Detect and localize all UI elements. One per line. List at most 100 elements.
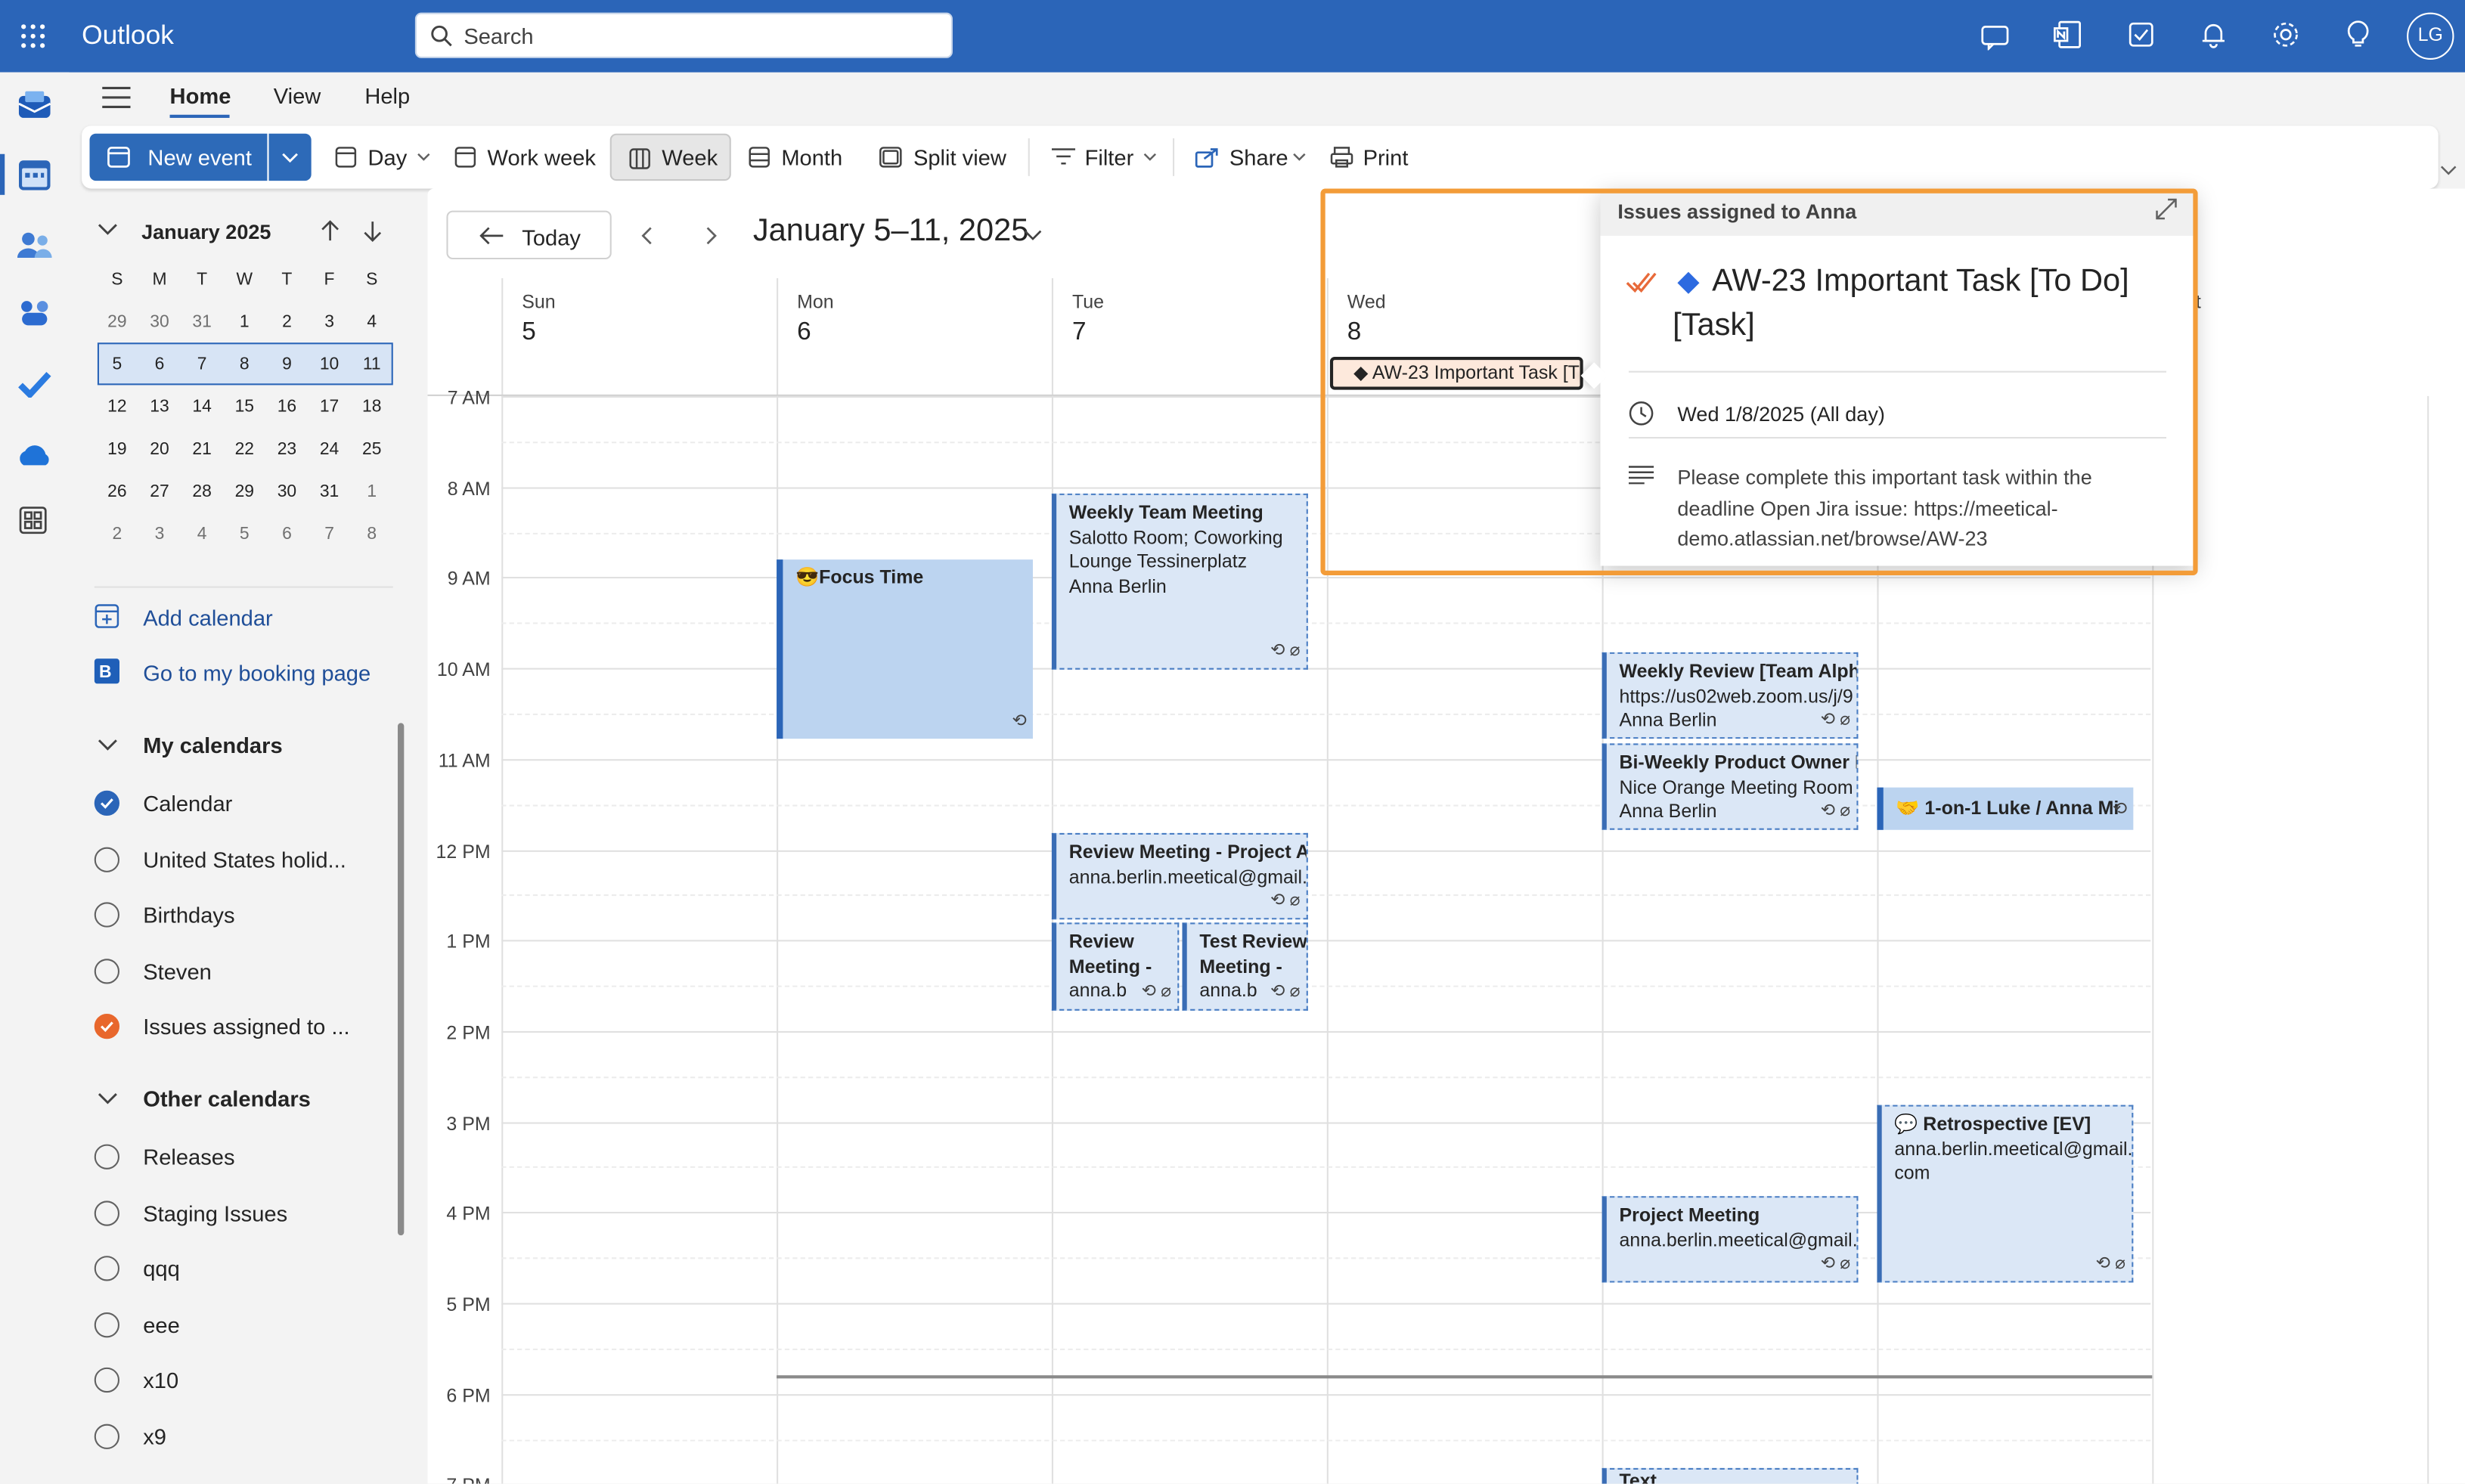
todo-icon[interactable]	[2127, 20, 2155, 48]
search-box[interactable]: Search	[414, 12, 953, 58]
unchecked-circle-icon[interactable]	[94, 1423, 120, 1448]
checked-circle-icon[interactable]	[94, 790, 120, 816]
unchecked-circle-icon[interactable]	[94, 1256, 120, 1281]
mini-calendar-day[interactable]: 24	[309, 428, 351, 470]
mini-calendar-day[interactable]: 17	[309, 385, 351, 427]
avatar[interactable]: LG	[2407, 12, 2454, 60]
hamburger-icon[interactable]	[102, 86, 131, 108]
event-test-review-meeting[interactable]: Test Review Meeting - anna.b ⟲ ⌀	[1182, 922, 1308, 1011]
day-header[interactable]: Tue 7	[1051, 278, 1327, 396]
bell-icon[interactable]	[2200, 20, 2228, 48]
filter-button[interactable]: Filter	[1051, 135, 1158, 179]
mini-calendar-day[interactable]: 22	[223, 428, 265, 470]
print-button[interactable]: Print	[1330, 135, 1425, 179]
my-calendars-heading[interactable]: My calendars	[143, 733, 282, 757]
mini-calendar-day[interactable]: 8	[223, 342, 265, 385]
tab-help[interactable]: Help	[364, 83, 410, 108]
groups-icon[interactable]	[17, 299, 52, 327]
ribbon-expand-icon[interactable]	[2440, 165, 2457, 176]
event-review-meeting-a[interactable]: Review Meeting - Project A anna.berlin.m…	[1051, 832, 1308, 920]
chevron-down-icon[interactable]	[1023, 230, 1042, 243]
unchecked-circle-icon[interactable]	[94, 902, 120, 928]
week-view-button[interactable]: Week	[609, 133, 731, 181]
mini-calendar-day[interactable]: 8	[351, 513, 393, 555]
unchecked-circle-icon[interactable]	[94, 1367, 120, 1393]
mini-calendar-day[interactable]: 21	[181, 428, 223, 470]
event-cut-off[interactable]: Text...	[1601, 1467, 1859, 1484]
mini-calendar-day[interactable]: 13	[138, 385, 181, 427]
gear-icon[interactable]	[2271, 20, 2299, 48]
mini-calendar-day[interactable]: 14	[181, 385, 223, 427]
event-retrospective[interactable]: 💬 Retrospective [EV] anna.berlin.meetica…	[1877, 1104, 2134, 1283]
checked-circle-icon[interactable]	[94, 1014, 120, 1039]
mini-calendar-day[interactable]: 11	[351, 342, 393, 385]
onedrive-icon[interactable]	[16, 441, 54, 466]
event-weekly-review[interactable]: Weekly Review [Team Alph https://us02web…	[1601, 652, 1859, 739]
mini-calendar-day[interactable]: 6	[265, 513, 308, 555]
mini-calendar-day[interactable]: 28	[181, 470, 223, 513]
sidebar-scrollbar[interactable]	[398, 723, 405, 1236]
mini-calendar-day[interactable]: 6	[138, 342, 181, 385]
mini-calendar-day[interactable]: 20	[138, 428, 181, 470]
mini-calendar-day[interactable]: 10	[309, 342, 351, 385]
mini-calendar-day[interactable]: 4	[351, 300, 393, 342]
mini-calendar-day[interactable]: 3	[309, 300, 351, 342]
mini-calendar-day[interactable]: 3	[138, 513, 181, 555]
add-calendar-link[interactable]: Add calendar	[95, 600, 409, 635]
app-launcher-icon[interactable]	[20, 23, 45, 48]
mini-calendar-month[interactable]: January 2025	[141, 220, 271, 243]
mini-calendar-day[interactable]: 15	[223, 385, 265, 427]
arrow-down-icon[interactable]	[363, 220, 382, 243]
teams-chat-icon[interactable]	[1981, 22, 2009, 51]
mini-calendar-day[interactable]: 25	[351, 428, 393, 470]
mini-calendar-day[interactable]: 2	[265, 300, 308, 342]
work-week-button[interactable]: Work week	[454, 135, 596, 179]
month-view-button[interactable]: Month	[749, 135, 859, 179]
new-event-dropdown[interactable]	[268, 133, 312, 181]
lightbulb-icon[interactable]	[2346, 20, 2370, 48]
mini-calendar-day[interactable]: 31	[181, 300, 223, 342]
calendar-app-icon[interactable]	[18, 160, 51, 191]
mini-calendar-day[interactable]: 29	[96, 300, 138, 342]
more-apps-icon[interactable]	[19, 506, 47, 534]
app-title[interactable]: Outlook	[82, 20, 174, 52]
split-view-button[interactable]: Split view	[879, 135, 1012, 179]
mini-calendar-day[interactable]: 23	[265, 428, 308, 470]
people-icon[interactable]	[17, 231, 52, 259]
mini-calendar-day[interactable]: 5	[223, 513, 265, 555]
tab-home[interactable]: Home	[170, 83, 231, 108]
day-header[interactable]: Mon 6	[777, 278, 1052, 396]
mini-calendar-day[interactable]: 26	[96, 470, 138, 513]
mini-calendar-day[interactable]: 12	[96, 385, 138, 427]
unchecked-circle-icon[interactable]	[94, 1200, 120, 1225]
mini-calendar-day[interactable]: 1	[223, 300, 265, 342]
unchecked-circle-icon[interactable]	[94, 1312, 120, 1337]
other-calendars-heading[interactable]: Other calendars	[143, 1086, 311, 1111]
todo-app-icon[interactable]	[17, 370, 52, 398]
event-1on1-luke-anna[interactable]: 🤝 1-on-1 Luke / Anna Mi ⟲	[1877, 787, 2134, 830]
event-weekly-team-meeting[interactable]: Weekly Team Meeting Salotto Room; Cowork…	[1051, 493, 1308, 670]
mini-calendar-day[interactable]: 30	[138, 300, 181, 342]
unchecked-circle-icon[interactable]	[94, 1144, 120, 1170]
booking-page-link[interactable]: B Go to my booking page	[94, 655, 425, 690]
mini-calendar-day[interactable]: 2	[96, 513, 138, 555]
mini-calendar-day[interactable]: 7	[309, 513, 351, 555]
today-button[interactable]: Today	[446, 210, 612, 260]
unchecked-circle-icon[interactable]	[94, 958, 120, 984]
mini-calendar-day[interactable]: 16	[265, 385, 308, 427]
new-event-button[interactable]: New event	[89, 133, 268, 181]
mini-calendar-day[interactable]: 4	[181, 513, 223, 555]
event-project-meeting[interactable]: Project Meeting anna.berlin.meetical@gma…	[1601, 1196, 1859, 1283]
mini-calendar-day[interactable]: 31	[309, 470, 351, 513]
date-range-title[interactable]: January 5–11, 2025	[753, 214, 1029, 250]
unchecked-circle-icon[interactable]	[94, 846, 120, 872]
arrow-up-icon[interactable]	[321, 220, 340, 242]
chevron-down-icon[interactable]	[98, 223, 118, 236]
mini-calendar-day[interactable]: 9	[265, 342, 308, 385]
mini-calendar-day[interactable]: 19	[96, 428, 138, 470]
mini-calendar-day[interactable]: 29	[223, 470, 265, 513]
mini-calendar-day[interactable]: 7	[181, 342, 223, 385]
chevron-down-icon[interactable]	[98, 1092, 118, 1105]
chevron-down-icon[interactable]	[98, 739, 118, 751]
mini-calendar-day[interactable]: 30	[265, 470, 308, 513]
